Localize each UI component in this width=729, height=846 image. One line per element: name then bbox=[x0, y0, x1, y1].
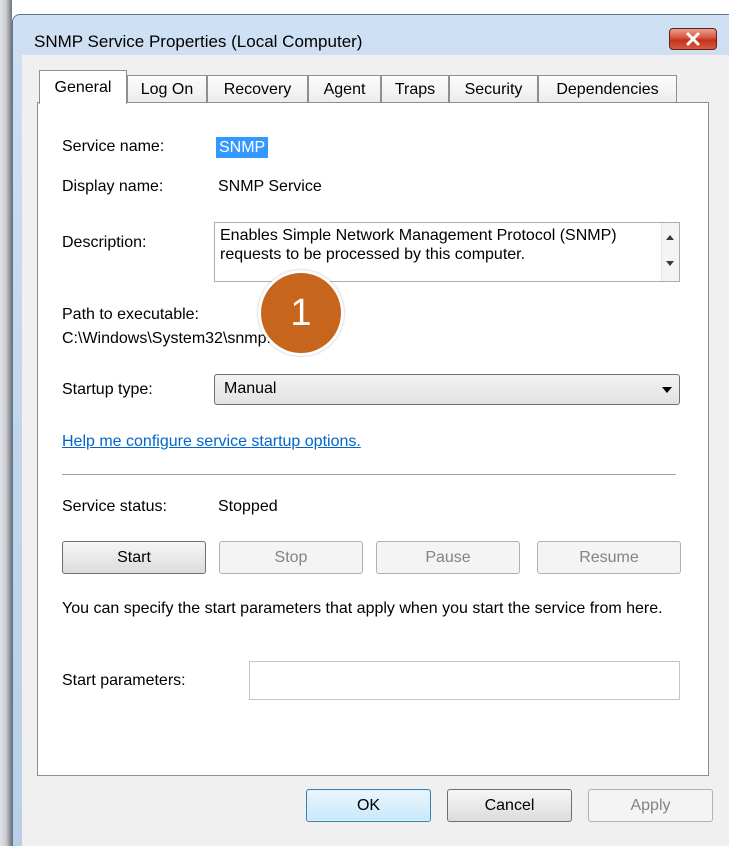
description-text: Enables Simple Network Management Protoc… bbox=[220, 227, 617, 263]
tab-general[interactable]: General bbox=[39, 70, 127, 104]
dropdown-arrow-icon bbox=[662, 387, 672, 393]
start-parameters-note: You can specify the start parameters tha… bbox=[62, 600, 663, 617]
tab-log-on[interactable]: Log On bbox=[127, 75, 207, 102]
startup-type-value: Manual bbox=[224, 380, 277, 397]
display-name-value: SNMP Service bbox=[218, 178, 322, 195]
service-name-label: Service name: bbox=[62, 138, 165, 155]
startup-type-dropdown[interactable]: Manual bbox=[214, 374, 680, 405]
service-status-label: Service status: bbox=[62, 498, 167, 515]
tab-dependencies[interactable]: Dependencies bbox=[538, 75, 677, 102]
service-status-value: Stopped bbox=[218, 498, 278, 515]
divider bbox=[62, 474, 676, 475]
path-label: Path to executable: bbox=[62, 306, 199, 323]
service-name-value[interactable]: SNMP bbox=[216, 137, 269, 158]
cancel-button[interactable]: Cancel bbox=[447, 789, 572, 822]
tab-agent[interactable]: Agent bbox=[308, 75, 381, 102]
window-title: SNMP Service Properties (Local Computer) bbox=[34, 32, 363, 51]
apply-button[interactable]: Apply bbox=[588, 789, 713, 822]
path-value: C:\Windows\System32\snmp.exe bbox=[62, 330, 297, 347]
pause-button[interactable]: Pause bbox=[376, 541, 520, 574]
help-configure-startup-link[interactable]: Help me configure service startup option… bbox=[62, 433, 361, 451]
tab-security[interactable]: Security bbox=[449, 75, 538, 102]
description-scrollbar[interactable] bbox=[661, 223, 679, 281]
close-button[interactable] bbox=[669, 28, 717, 50]
annotation-badge: 1 bbox=[258, 270, 344, 356]
startup-type-label: Startup type: bbox=[62, 381, 153, 398]
start-parameters-input[interactable] bbox=[249, 661, 680, 700]
resume-button[interactable]: Resume bbox=[537, 541, 681, 574]
stop-button[interactable]: Stop bbox=[219, 541, 363, 574]
scroll-up-icon[interactable] bbox=[666, 235, 674, 240]
description-label: Description: bbox=[62, 234, 147, 251]
window-left-edge bbox=[0, 0, 12, 846]
close-icon bbox=[686, 32, 700, 46]
scroll-down-icon[interactable] bbox=[666, 261, 674, 266]
display-name-label: Display name: bbox=[62, 178, 164, 195]
start-button[interactable]: Start bbox=[62, 541, 206, 574]
tab-recovery[interactable]: Recovery bbox=[207, 75, 308, 102]
tab-traps[interactable]: Traps bbox=[381, 75, 449, 102]
ok-button[interactable]: OK bbox=[306, 789, 431, 822]
start-parameters-label: Start parameters: bbox=[62, 672, 186, 689]
